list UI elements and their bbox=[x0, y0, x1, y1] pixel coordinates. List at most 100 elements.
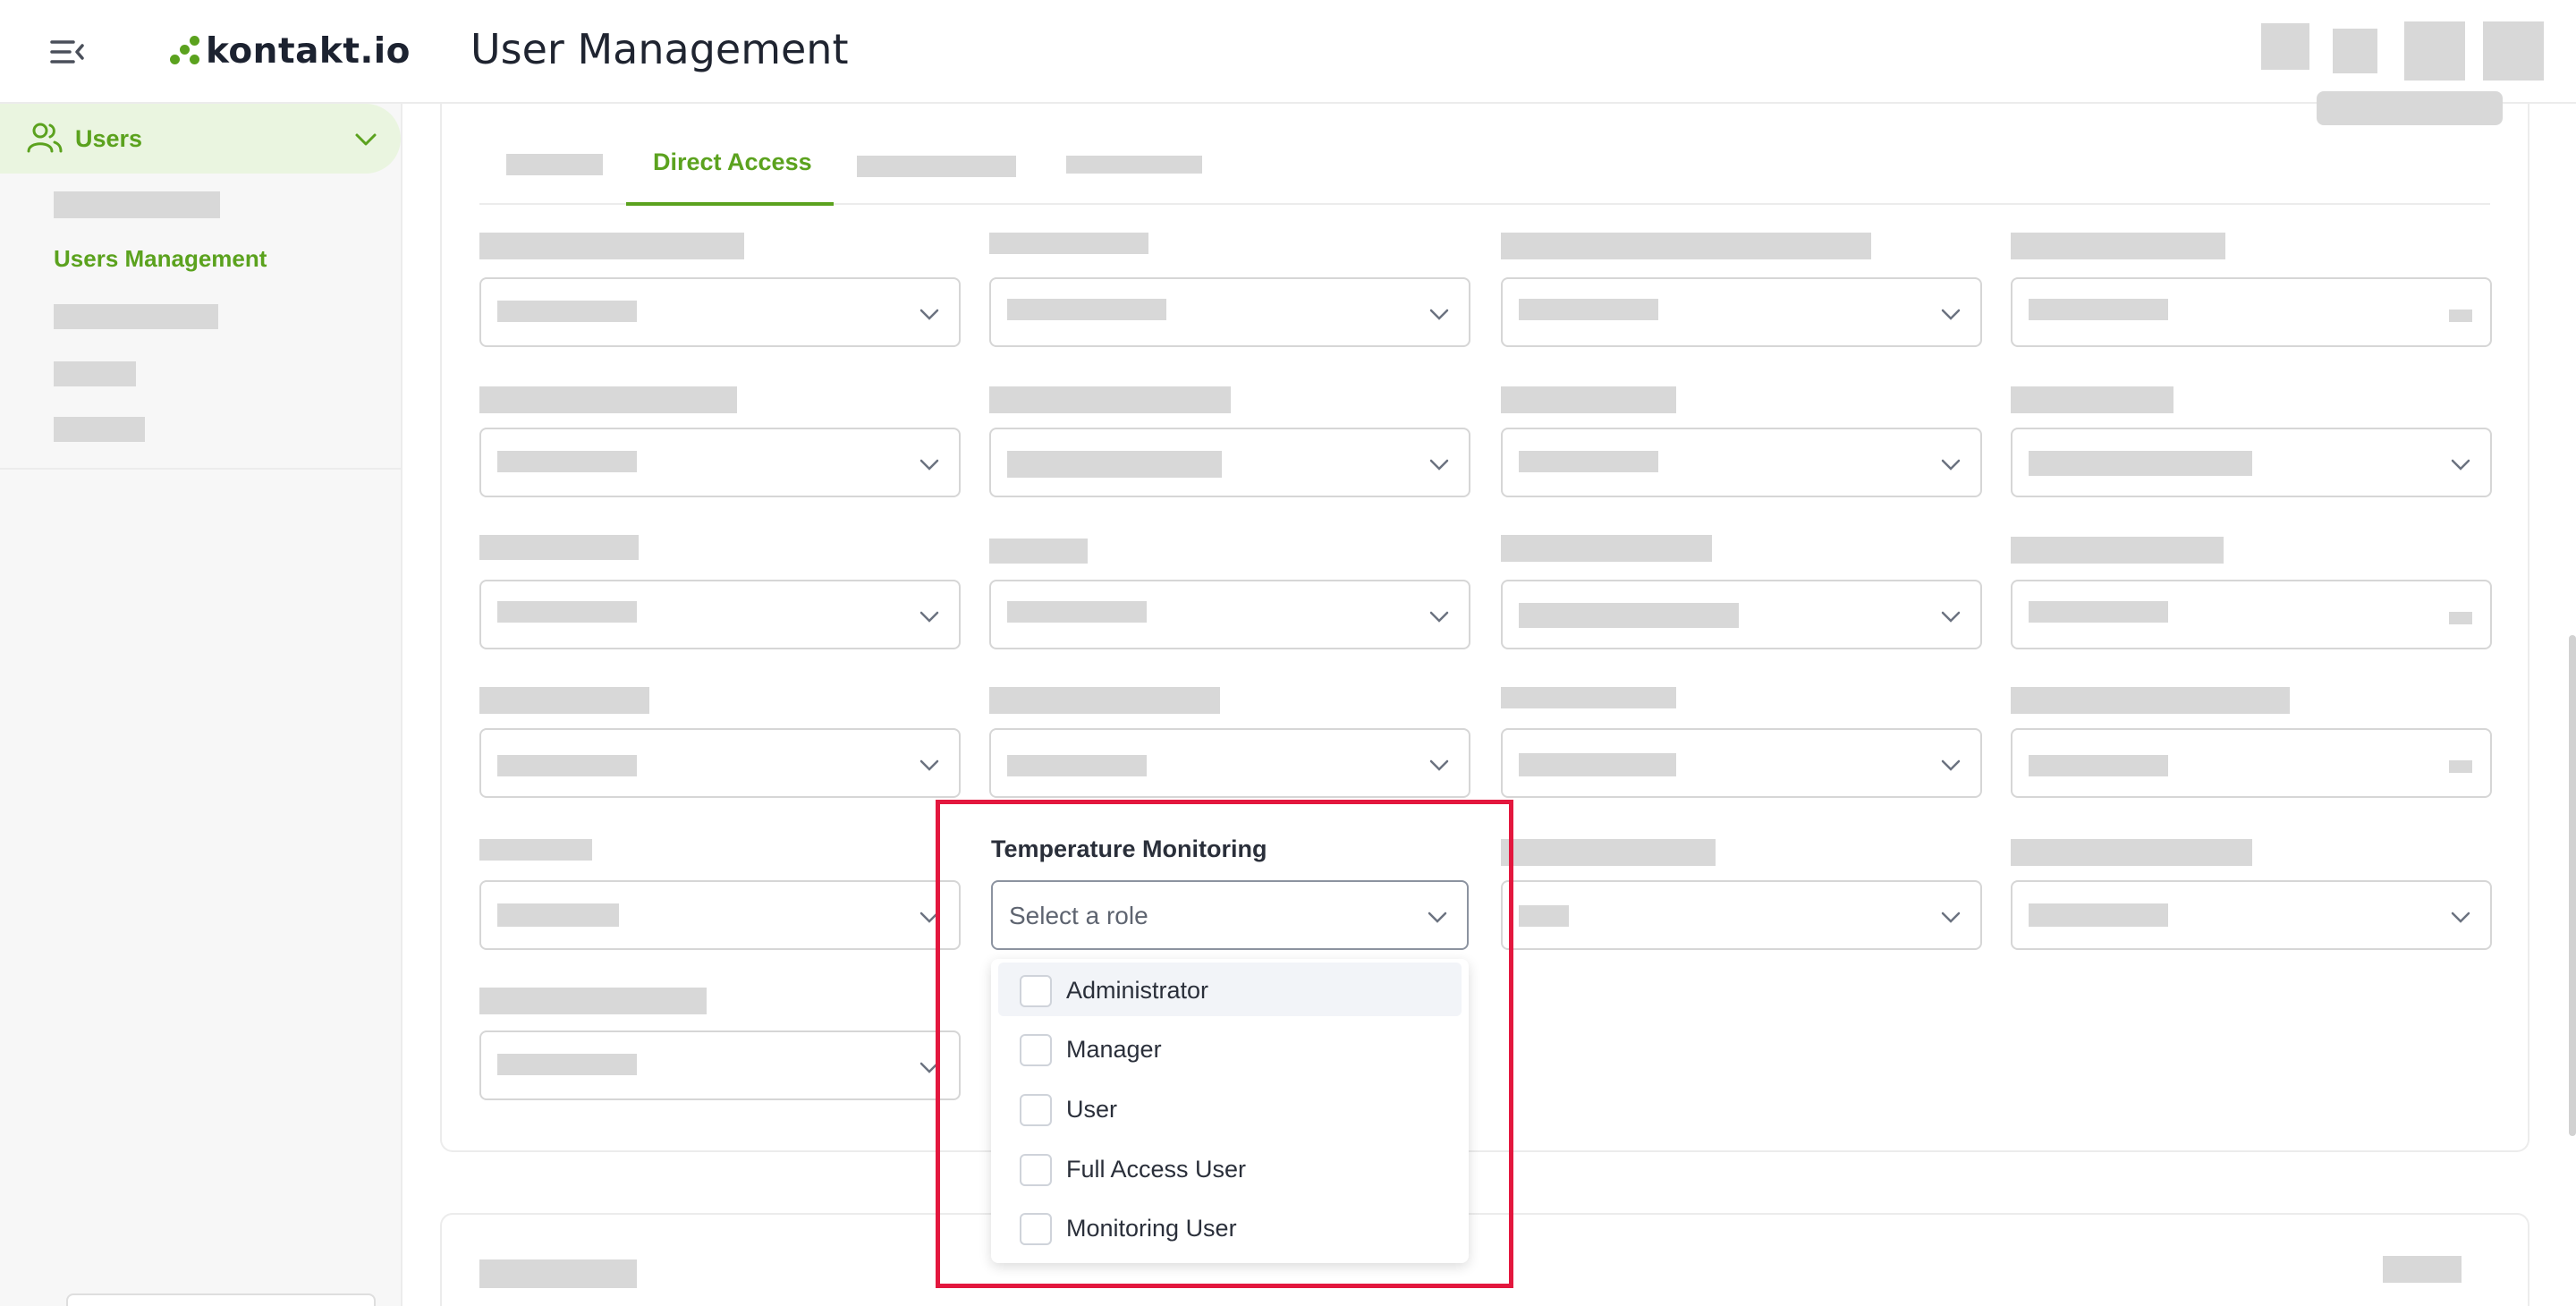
app-header: kontakt.io User Management bbox=[0, 0, 2576, 125]
select-placeholder: Select a role bbox=[1009, 902, 1148, 929]
role-option-checkbox[interactable] bbox=[1020, 1094, 1052, 1126]
role-option-monitoring-user[interactable]: Monitoring User bbox=[998, 1200, 1462, 1254]
field-label-placeholder bbox=[2011, 386, 2174, 413]
role-option-label: Administrator bbox=[1066, 977, 1209, 1004]
logo-text: kontakt.io bbox=[206, 30, 411, 72]
role-select[interactable] bbox=[1501, 428, 1982, 497]
role-select[interactable] bbox=[1501, 880, 1982, 950]
field-label-placeholder bbox=[479, 839, 592, 861]
users-icon bbox=[27, 123, 63, 153]
secondary-card bbox=[440, 1213, 2529, 1306]
chevron-down-icon bbox=[919, 309, 939, 320]
chevron-down-icon bbox=[1429, 759, 1449, 771]
role-option-label: Full Access User bbox=[1066, 1156, 1247, 1183]
section-title-placeholder bbox=[479, 1259, 637, 1288]
tab-label: Direct Access bbox=[653, 148, 812, 175]
field-label-placeholder bbox=[989, 687, 1220, 714]
header-action-placeholder[interactable] bbox=[2404, 21, 2465, 81]
role-option-checkbox[interactable] bbox=[1020, 1034, 1052, 1066]
field-label-placeholder bbox=[989, 539, 1088, 564]
role-select[interactable] bbox=[479, 880, 961, 950]
chevron-down-icon bbox=[1941, 611, 1961, 623]
role-option-label: User bbox=[1066, 1096, 1118, 1123]
role-select[interactable] bbox=[989, 580, 1470, 649]
role-select[interactable] bbox=[479, 428, 961, 497]
header-action-placeholder[interactable] bbox=[2333, 29, 2377, 73]
field-label-placeholder bbox=[479, 988, 707, 1014]
page-scrollbar[interactable] bbox=[2569, 635, 2576, 1136]
role-select[interactable] bbox=[479, 1030, 961, 1100]
role-option-user[interactable]: User bbox=[998, 1081, 1462, 1135]
sidebar-subitem-placeholder[interactable] bbox=[54, 417, 145, 442]
field-label-placeholder bbox=[989, 386, 1231, 413]
role-select[interactable] bbox=[1501, 277, 1982, 347]
menu-collapse-icon[interactable] bbox=[50, 38, 84, 66]
field-label-placeholder bbox=[2011, 839, 2252, 866]
field-label-placeholder bbox=[1501, 535, 1712, 562]
logo[interactable]: kontakt.io bbox=[170, 29, 411, 73]
temperature-monitoring-label: Temperature Monitoring bbox=[991, 835, 1267, 862]
role-option-checkbox[interactable] bbox=[1020, 975, 1052, 1007]
page-title: User Management bbox=[470, 25, 849, 73]
sidebar-item-label: Users bbox=[75, 125, 143, 152]
role-options-menu: Administrator Manager User Full Access U… bbox=[991, 959, 1469, 1263]
field-label-placeholder bbox=[479, 687, 649, 714]
field-label-placeholder bbox=[2011, 537, 2224, 564]
role-option-checkbox[interactable] bbox=[1020, 1213, 1052, 1245]
role-field[interactable] bbox=[2011, 277, 2492, 347]
sidebar-item-users[interactable]: Users bbox=[0, 104, 401, 174]
chevron-down-icon bbox=[919, 912, 939, 923]
chevron-down-icon bbox=[1429, 611, 1449, 623]
role-select[interactable] bbox=[479, 728, 961, 798]
tab-placeholder[interactable] bbox=[1066, 156, 1202, 174]
role-option-label: Manager bbox=[1066, 1036, 1162, 1063]
role-select[interactable] bbox=[2011, 428, 2492, 497]
sidebar-divider bbox=[0, 468, 401, 470]
role-field[interactable] bbox=[2011, 728, 2492, 798]
field-label-placeholder bbox=[479, 386, 737, 413]
sidebar-footer-box[interactable] bbox=[66, 1293, 376, 1306]
tab-placeholder[interactable] bbox=[857, 156, 1016, 177]
role-select[interactable] bbox=[1501, 728, 1982, 798]
header-tooltip-placeholder bbox=[2317, 91, 2503, 125]
role-select[interactable] bbox=[1501, 580, 1982, 649]
sidebar-item-users-management[interactable]: Users Management bbox=[54, 245, 267, 273]
field-label-placeholder bbox=[1501, 687, 1676, 708]
role-select[interactable] bbox=[989, 428, 1470, 497]
role-select[interactable] bbox=[479, 277, 961, 347]
tab-direct-access[interactable]: Direct Access bbox=[626, 125, 834, 206]
role-select[interactable] bbox=[989, 277, 1470, 347]
role-option-full-access-user[interactable]: Full Access User bbox=[998, 1141, 1462, 1195]
tab-placeholder[interactable] bbox=[506, 154, 603, 175]
section-action-placeholder[interactable] bbox=[2383, 1256, 2462, 1283]
sidebar-subitem-placeholder[interactable] bbox=[54, 361, 136, 386]
role-select[interactable] bbox=[2011, 880, 2492, 950]
chevron-down-icon bbox=[1941, 459, 1961, 471]
field-label-placeholder bbox=[479, 233, 744, 259]
field-label-placeholder bbox=[2011, 233, 2225, 259]
chevron-down-icon bbox=[1429, 309, 1449, 320]
chevron-down-icon bbox=[1941, 759, 1961, 771]
chevron-down-icon bbox=[1429, 459, 1449, 471]
role-field[interactable] bbox=[2011, 580, 2492, 649]
role-option-manager[interactable]: Manager bbox=[998, 1022, 1462, 1075]
field-label-placeholder bbox=[1501, 233, 1871, 259]
role-option-checkbox[interactable] bbox=[1020, 1154, 1052, 1186]
temperature-monitoring-role-select[interactable]: Select a role bbox=[991, 880, 1469, 950]
chevron-down-icon bbox=[919, 759, 939, 771]
sidebar-subitem-placeholder[interactable] bbox=[54, 191, 220, 218]
header-action-placeholder[interactable] bbox=[2483, 21, 2544, 81]
chevron-down-icon bbox=[1428, 912, 1447, 923]
role-select[interactable] bbox=[989, 728, 1470, 798]
field-label-placeholder bbox=[2011, 687, 2290, 714]
sidebar-subitem-placeholder[interactable] bbox=[54, 304, 218, 329]
role-select[interactable] bbox=[479, 580, 961, 649]
field-label-placeholder bbox=[1501, 839, 1716, 866]
header-action-placeholder[interactable] bbox=[2261, 23, 2309, 70]
role-option-administrator[interactable]: Administrator bbox=[998, 963, 1462, 1016]
chevron-down-icon bbox=[355, 133, 377, 146]
role-option-label: Monitoring User bbox=[1066, 1215, 1237, 1242]
chevron-down-icon bbox=[2451, 459, 2470, 471]
sidebar: Users Users Management bbox=[0, 104, 402, 1306]
chevron-down-icon bbox=[1941, 309, 1961, 320]
